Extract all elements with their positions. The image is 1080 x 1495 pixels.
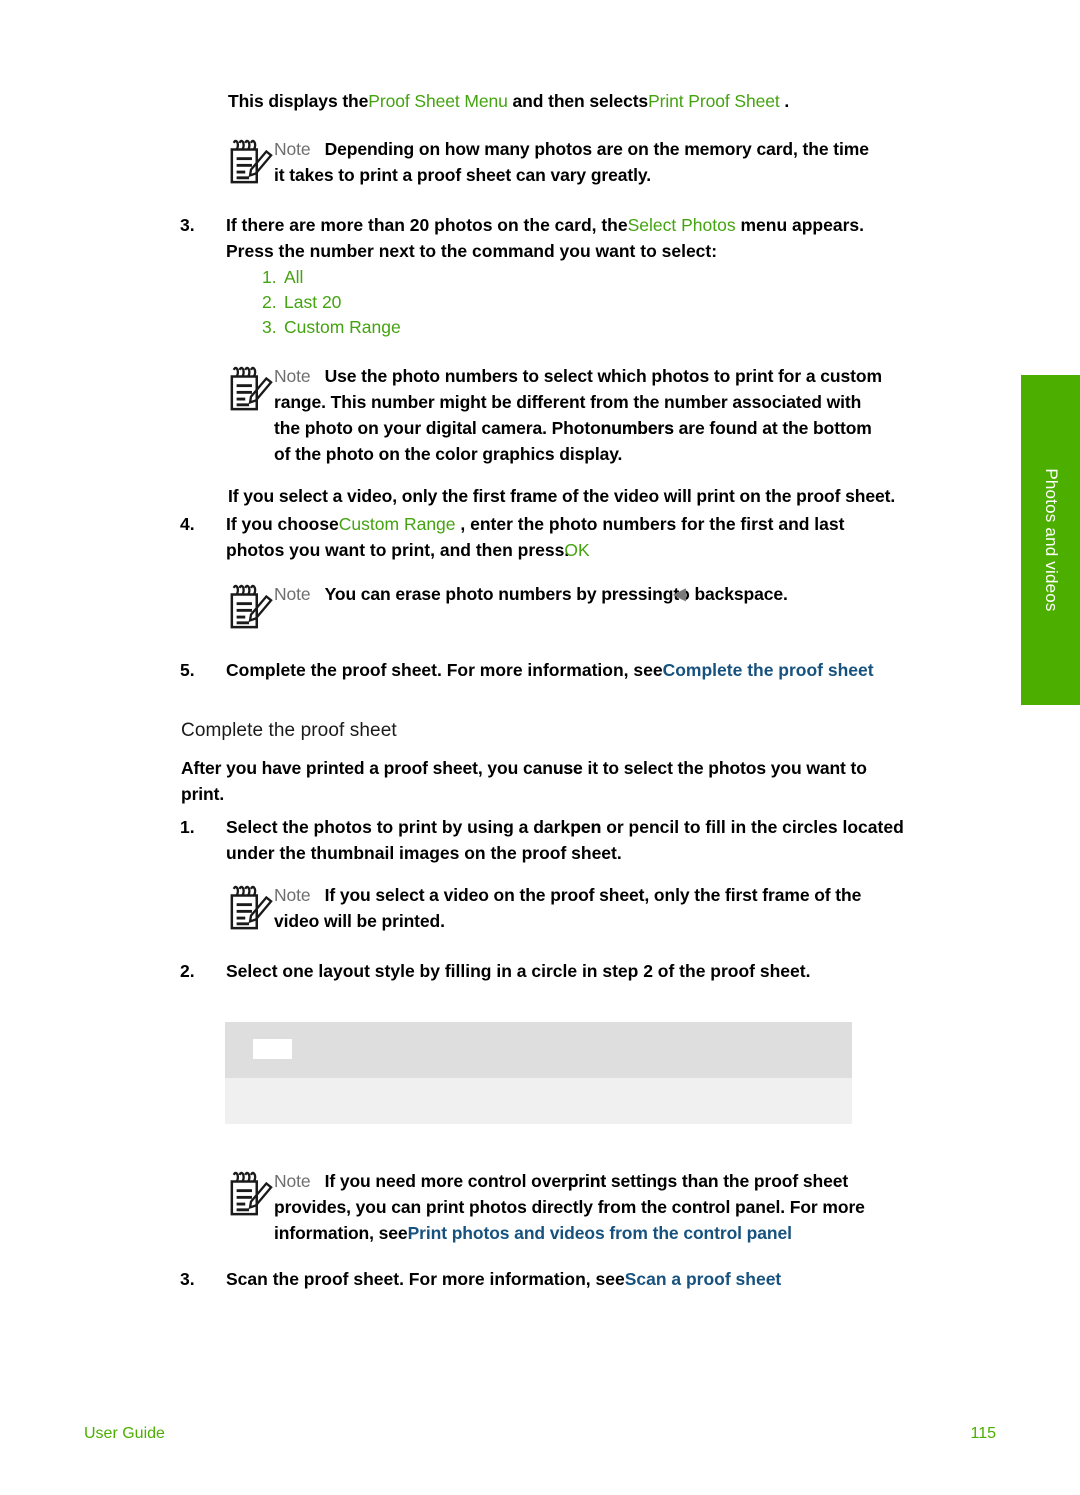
intro-lead: This displays the (228, 91, 369, 111)
procedure-step-1-text-b: pen or pencil to fill in the circles loc… (570, 817, 904, 837)
note-body-5: Note If you need more control overprintpr… (274, 1171, 865, 1243)
note-text-4-line-2: video will be printed. (274, 911, 445, 931)
procedure-step-3-body: Scan the proof sheet. For more informati… (226, 1269, 782, 1289)
menu-option-number: 2. (262, 292, 277, 312)
menu-option-item[interactable]: 3. Custom Range (262, 315, 662, 340)
step-4: 4. If you chooseCustom Range , enter the… (180, 511, 1020, 563)
step-3: 3. If there are more than 20 photos on t… (180, 212, 1020, 264)
note-block-4: Note If you select a video on the proof s… (228, 882, 1018, 934)
menu-option-label: Custom Range (284, 317, 401, 337)
procedure-step-3-number: 3. (180, 1269, 195, 1289)
figure-top-band (225, 1022, 852, 1078)
note-label-1: Note (274, 139, 311, 159)
procedure-step-2: 2. Select one layout style by filling in… (180, 958, 1025, 984)
footer-user-guide-label: User Guide (84, 1425, 165, 1442)
proof-sheet-figure (225, 1022, 852, 1124)
menu-option-list: 1. All 2. Last 20 3. Custom Range (262, 265, 662, 340)
step-3-body: If there are more than 20 photos on the … (226, 212, 1020, 264)
step-4-term-custom-range: Custom Range (338, 514, 456, 534)
intro-paragraph: This displays theProof Sheet Menu and th… (228, 88, 1018, 114)
step-5-number: 5. (180, 660, 195, 680)
procedure-step-1-body: Select the photos to print by using a da… (226, 817, 904, 863)
step-4-line-2a: photos you want to print, and then press (226, 540, 565, 560)
note-text-3-a: You can erase photo numbers by pressing (324, 584, 674, 604)
video-paragraph: If you select a video, only the first fr… (228, 486, 896, 506)
procedure-step-2-number: 2. (180, 961, 195, 981)
menu-option-label: All (284, 267, 304, 287)
note-text-5-line-2: provides, you can print photos directly … (274, 1197, 865, 1217)
note-text-2-line-1: Use the photo numbers to select which ph… (324, 366, 882, 386)
procedure-step-1: 1. Select the photos to print by using a… (180, 814, 1025, 866)
step-5-text: Complete the proof sheet. For more infor… (226, 660, 663, 680)
note-icon (228, 583, 274, 631)
note-block-5: Note If you need more control overprintpr… (228, 1168, 1018, 1246)
chapter-thumb-tab-label: Photos and videos (1041, 468, 1061, 612)
note-icon (228, 365, 274, 413)
note-label-2: Note (274, 366, 311, 386)
chapter-thumb-tab: Photos and videos (1021, 375, 1080, 705)
procedure-step-1-number: 1. (180, 817, 195, 837)
step-5-body: Complete the proof sheet. For more infor… (226, 660, 874, 680)
note-icon (228, 138, 274, 186)
note-body-1: Note Depending on how many photos are on … (274, 136, 1018, 188)
menu-option-label: Last 20 (284, 292, 342, 312)
step-4-body: If you chooseCustom Range , enter the ph… (226, 514, 845, 560)
step-3-number: 3. (180, 215, 195, 235)
procedure-step-1-line-2: under the thumbnail images on the proof … (226, 843, 622, 863)
intro-tail: . (784, 91, 790, 111)
note-text-3-b: to backspace. (673, 584, 788, 604)
note-text-5-line-1b: print settings than the proof sheet (567, 1171, 849, 1191)
section-heading: Complete the proof sheet (181, 720, 397, 741)
note-text-5-line-3a: information, see (274, 1223, 408, 1243)
menu-option-number: 1. (262, 267, 277, 287)
note-text-1-line-2: it takes to print a proof sheet can vary… (274, 165, 651, 185)
note-text-4-line-1: If you select a video on the proof sheet… (324, 885, 862, 905)
step-3-text-b: menu appears. (740, 215, 864, 235)
note-label-4: Note (274, 885, 311, 905)
note-text-5-line-1a: If you need more control over (324, 1171, 568, 1191)
note-block-3: Note You can erase photo numbers by press… (228, 581, 1018, 631)
procedure-step-3-text: Scan the proof sheet. For more informati… (226, 1269, 625, 1289)
procedure-step-2-text: Select one layout style by filling in a … (226, 961, 811, 981)
intro-term-print-proof-sheet: Print Proof Sheet (648, 91, 780, 111)
section-paragraph-a: After you have printed a proof sheet, yo… (181, 758, 553, 778)
intro-term-proof-sheet-menu: Proof Sheet Menu (368, 91, 508, 111)
step-4-number: 4. (180, 514, 195, 534)
note-body-3: Note You can erase photo numbers by press… (274, 584, 788, 604)
note-label-3: Note (274, 584, 311, 604)
document-page: Photos and videos This displays theProof… (0, 0, 1080, 1495)
note-text-2-line-4: of the photo on the color graphics displ… (274, 444, 623, 464)
procedure-step-3: 3. Scan the proof sheet. For more inform… (180, 1266, 1025, 1292)
step-5: 5. Complete the proof sheet. For more in… (180, 657, 1025, 683)
note-text-2-line-3a: the photo on your digital camera. Photo (274, 418, 601, 438)
step-3-term-select-photos: Select Photos (627, 215, 736, 235)
section-paragraph-line-2: print. (181, 784, 225, 804)
menu-option-item[interactable]: 2. Last 20 (262, 290, 662, 315)
figure-white-chip (253, 1039, 292, 1059)
note-block-1: Note Depending on how many photos are on … (228, 136, 1018, 188)
note-label-5: Note (274, 1171, 311, 1191)
menu-option-item[interactable]: 1. All (262, 265, 662, 290)
procedure-step-1-text-a: Select the photos to print by using a da… (226, 817, 571, 837)
step-4-text-b: , enter the photo numbers for the first … (460, 514, 845, 534)
page-footer: User Guide 115 (84, 1425, 996, 1443)
intro-middle: and then selects (512, 91, 649, 111)
step-4-text-a: If you choose (226, 514, 339, 534)
step-3-line-2: Press the number next to the command you… (226, 241, 718, 261)
note-text-2-line-2: range. This number might be different fr… (274, 392, 862, 412)
section-paragraph-b: use it to select the photos you want to (552, 758, 867, 778)
note-body-2: Note Use the photo numbers to select whic… (274, 366, 882, 464)
note-icon (228, 1170, 274, 1218)
note-block-2: Note Use the photo numbers to select whic… (228, 363, 1023, 467)
section-paragraph: After you have printed a proof sheet, yo… (181, 758, 867, 804)
footer-page-number: 115 (970, 1425, 996, 1442)
note-icon (228, 884, 274, 932)
note-body-4: Note If you select a video on the proof s… (274, 882, 1018, 934)
menu-option-number: 3. (262, 317, 277, 337)
note-text-1-line-1: Depending on how many photos are on the … (324, 139, 869, 159)
step-3-text-a: If there are more than 20 photos on the … (226, 215, 628, 235)
